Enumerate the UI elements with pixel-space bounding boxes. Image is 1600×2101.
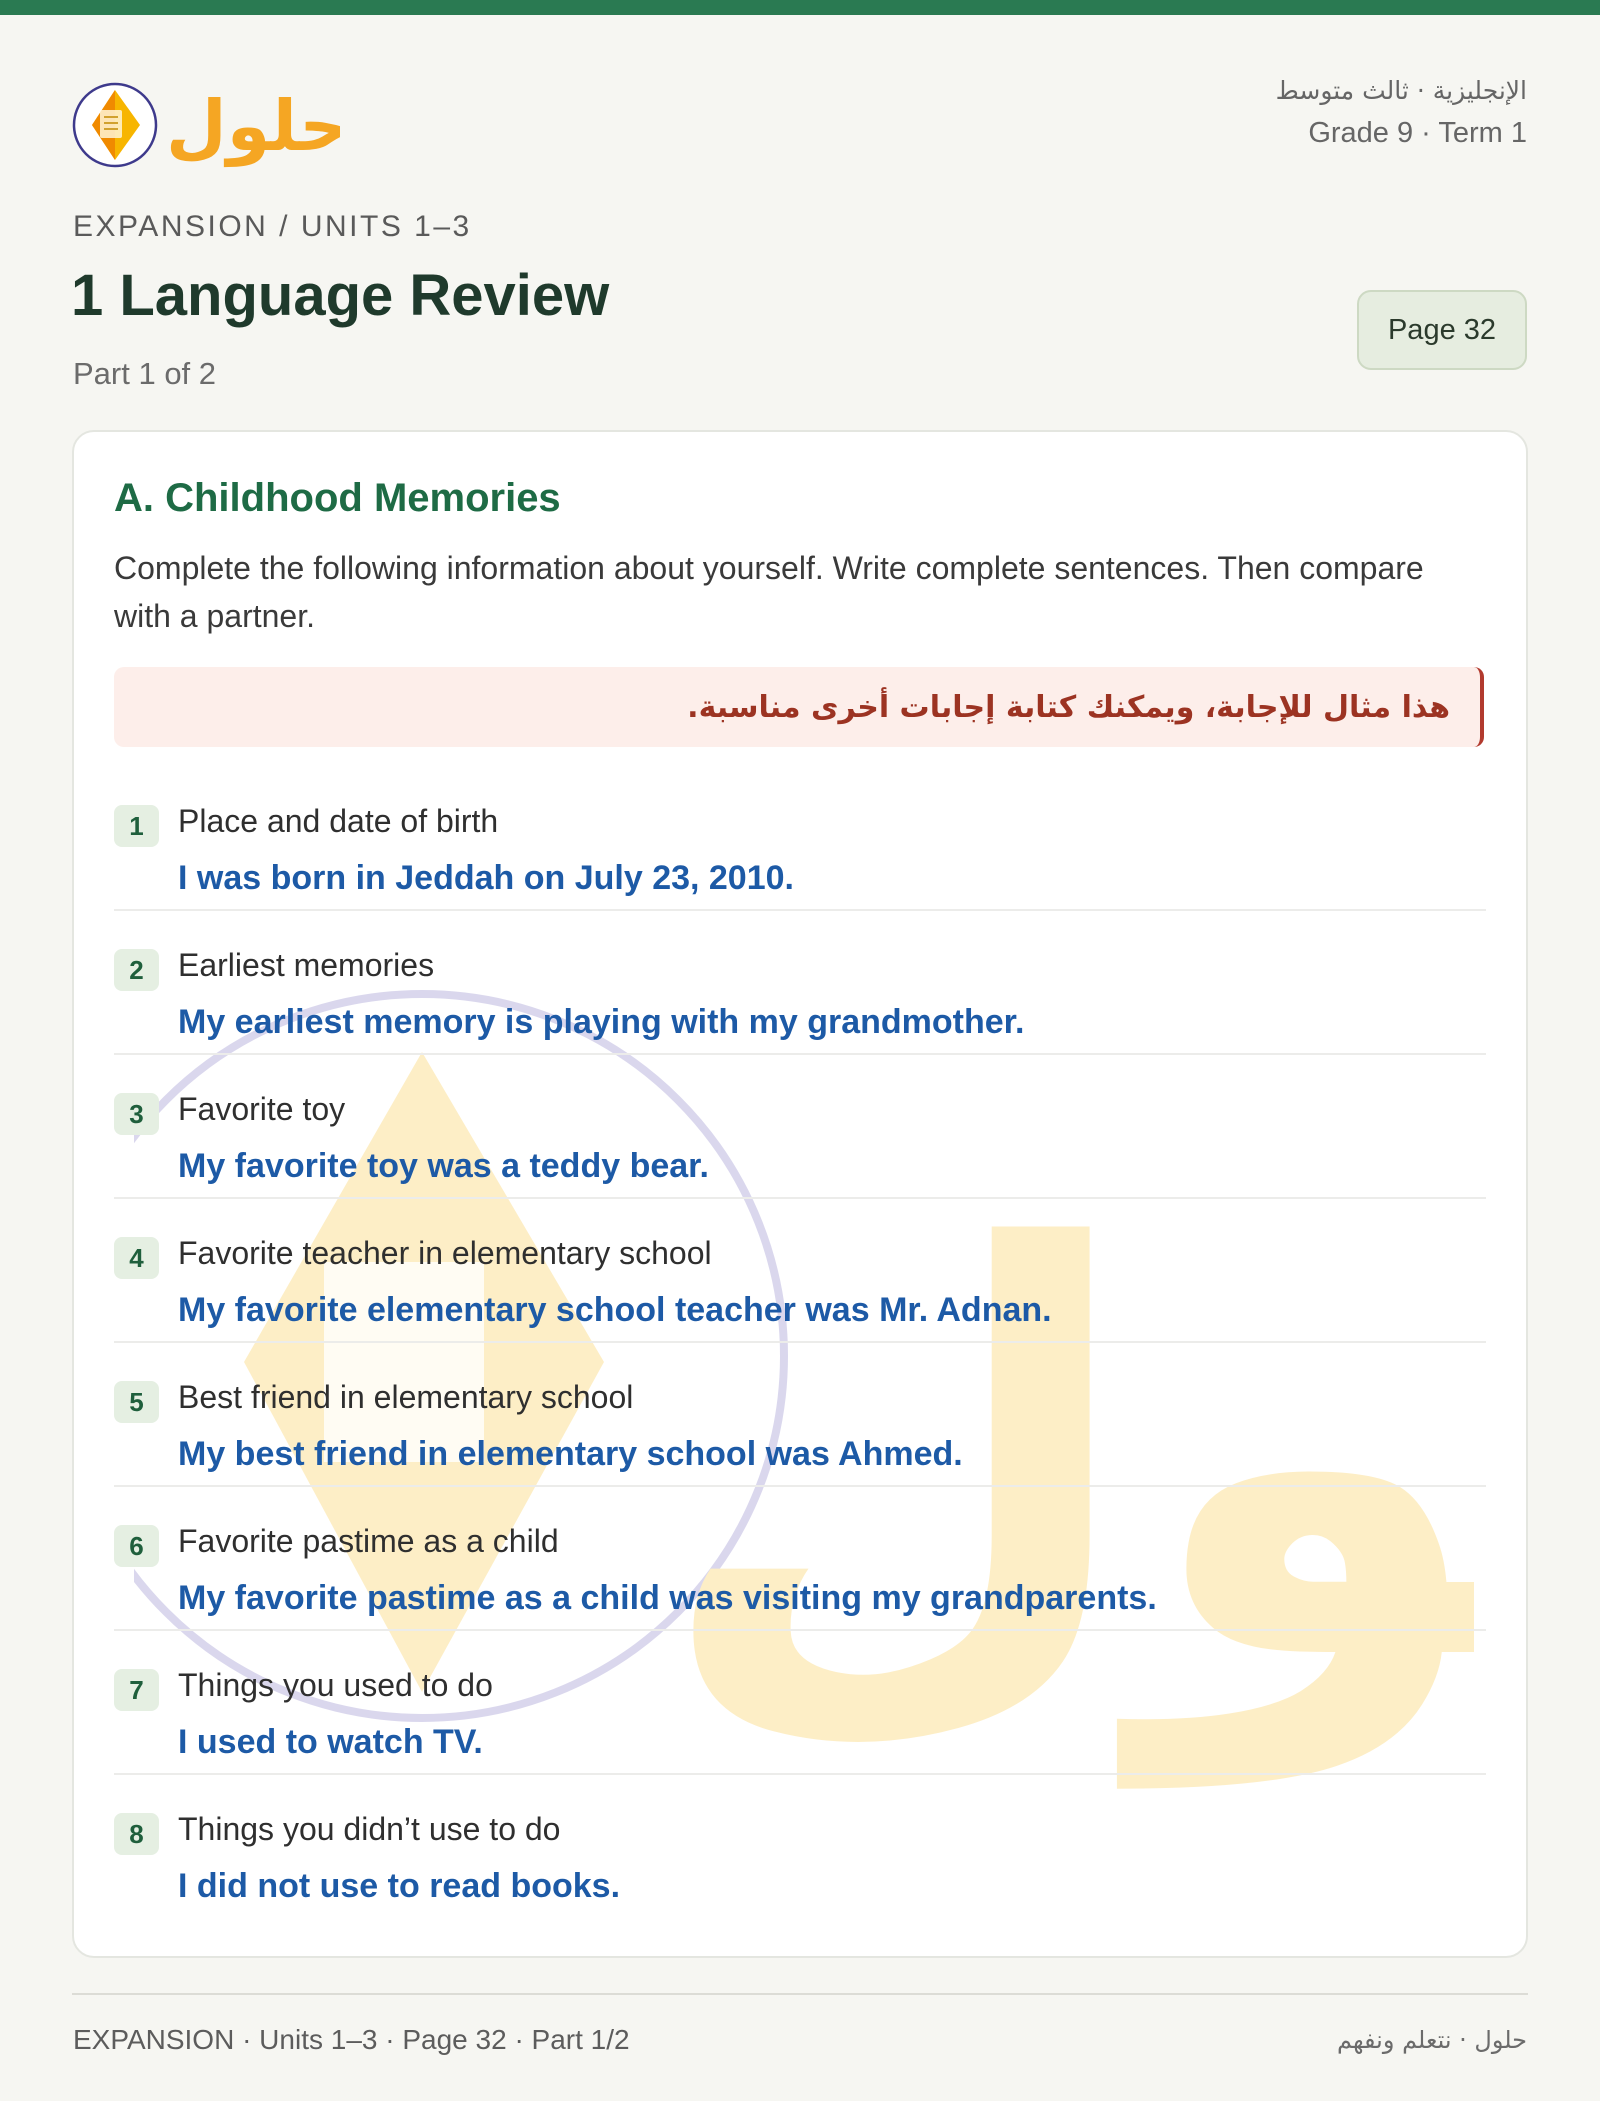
part-label: Part 1 of 2 [73, 356, 217, 391]
item-number: 1 [114, 805, 159, 847]
footer-info: EXPANSION · Units 1–3 · Page 32 · Part 1… [73, 2024, 630, 2055]
list-item: 2 Earliest memories My earliest memory i… [114, 911, 1486, 1055]
item-number: 5 [114, 1381, 159, 1423]
top-accent-bar [0, 0, 1600, 15]
list-item: 3 Favorite toy My favorite toy was a ted… [114, 1055, 1486, 1199]
item-number: 2 [114, 949, 159, 991]
subject-arabic: الإنجليزية · ثالث متوسط [1275, 76, 1527, 105]
footer-brand: حلول · نتعلم ونفهم [1337, 2026, 1527, 2054]
header-meta: الإنجليزية · ثالث متوسط Grade 9 · Term 1 [1276, 76, 1527, 150]
hulul-logo: حلول [72, 82, 340, 168]
exercise-card: حلول A. Childhood Memories Complete the … [72, 430, 1528, 1958]
item-number: 8 [114, 1813, 159, 1855]
section-title: A. Childhood Memories [114, 476, 561, 520]
unit-kicker: EXPANSION / UNITS 1–3 [73, 210, 472, 243]
item-number: 3 [114, 1093, 159, 1135]
list-item: 1 Place and date of birth I was born in … [114, 767, 1486, 911]
item-answer: My earliest memory is playing with my gr… [178, 1003, 1025, 1041]
item-prompt: Favorite pastime as a child [178, 1523, 559, 1559]
item-answer: I did not use to read books. [178, 1867, 621, 1905]
item-prompt: Place and date of birth [178, 803, 499, 839]
item-prompt: Things you used to do [178, 1667, 493, 1703]
item-prompt: Things you didn’t use to do [178, 1811, 561, 1847]
item-answer: My favorite toy was a teddy bear. [178, 1147, 709, 1185]
question-list: 1 Place and date of birth I was born in … [114, 767, 1486, 1919]
section-instructions: Complete the following information about… [114, 550, 1424, 634]
list-item: 7 Things you used to do I used to watch … [114, 1631, 1486, 1775]
item-prompt: Earliest memories [178, 947, 435, 983]
page-badge: Page 32 [1357, 290, 1527, 370]
list-item: 5 Best friend in elementary school My be… [114, 1343, 1486, 1487]
item-prompt: Favorite teacher in elementary school [178, 1235, 712, 1271]
item-answer: My favorite pastime as a child was visit… [178, 1579, 1157, 1617]
item-number: 7 [114, 1669, 159, 1711]
answer-note: هذا مثال للإجابة، ويمكنك كتابة إجابات أخ… [114, 667, 1484, 747]
item-number: 4 [114, 1237, 159, 1279]
list-item: 8 Things you didn’t use to do I did not … [114, 1775, 1486, 1919]
page-title: 1 Language Review [71, 263, 610, 328]
item-prompt: Best friend in elementary school [178, 1379, 634, 1415]
logo-text: حلول [166, 85, 340, 167]
list-item: 4 Favorite teacher in elementary school … [114, 1199, 1486, 1343]
item-number: 6 [114, 1525, 159, 1567]
list-item: 6 Favorite pastime as a child My favorit… [114, 1487, 1486, 1631]
item-answer: I used to watch TV. [178, 1723, 483, 1761]
item-answer: My favorite elementary school teacher wa… [178, 1291, 1052, 1329]
footer-divider [72, 1993, 1528, 1995]
grade-term: Grade 9 · Term 1 [1308, 117, 1527, 149]
item-answer: I was born in Jeddah on July 23, 2010. [178, 859, 794, 897]
item-prompt: Favorite toy [178, 1091, 346, 1127]
item-answer: My best friend in elementary school was … [178, 1435, 963, 1473]
